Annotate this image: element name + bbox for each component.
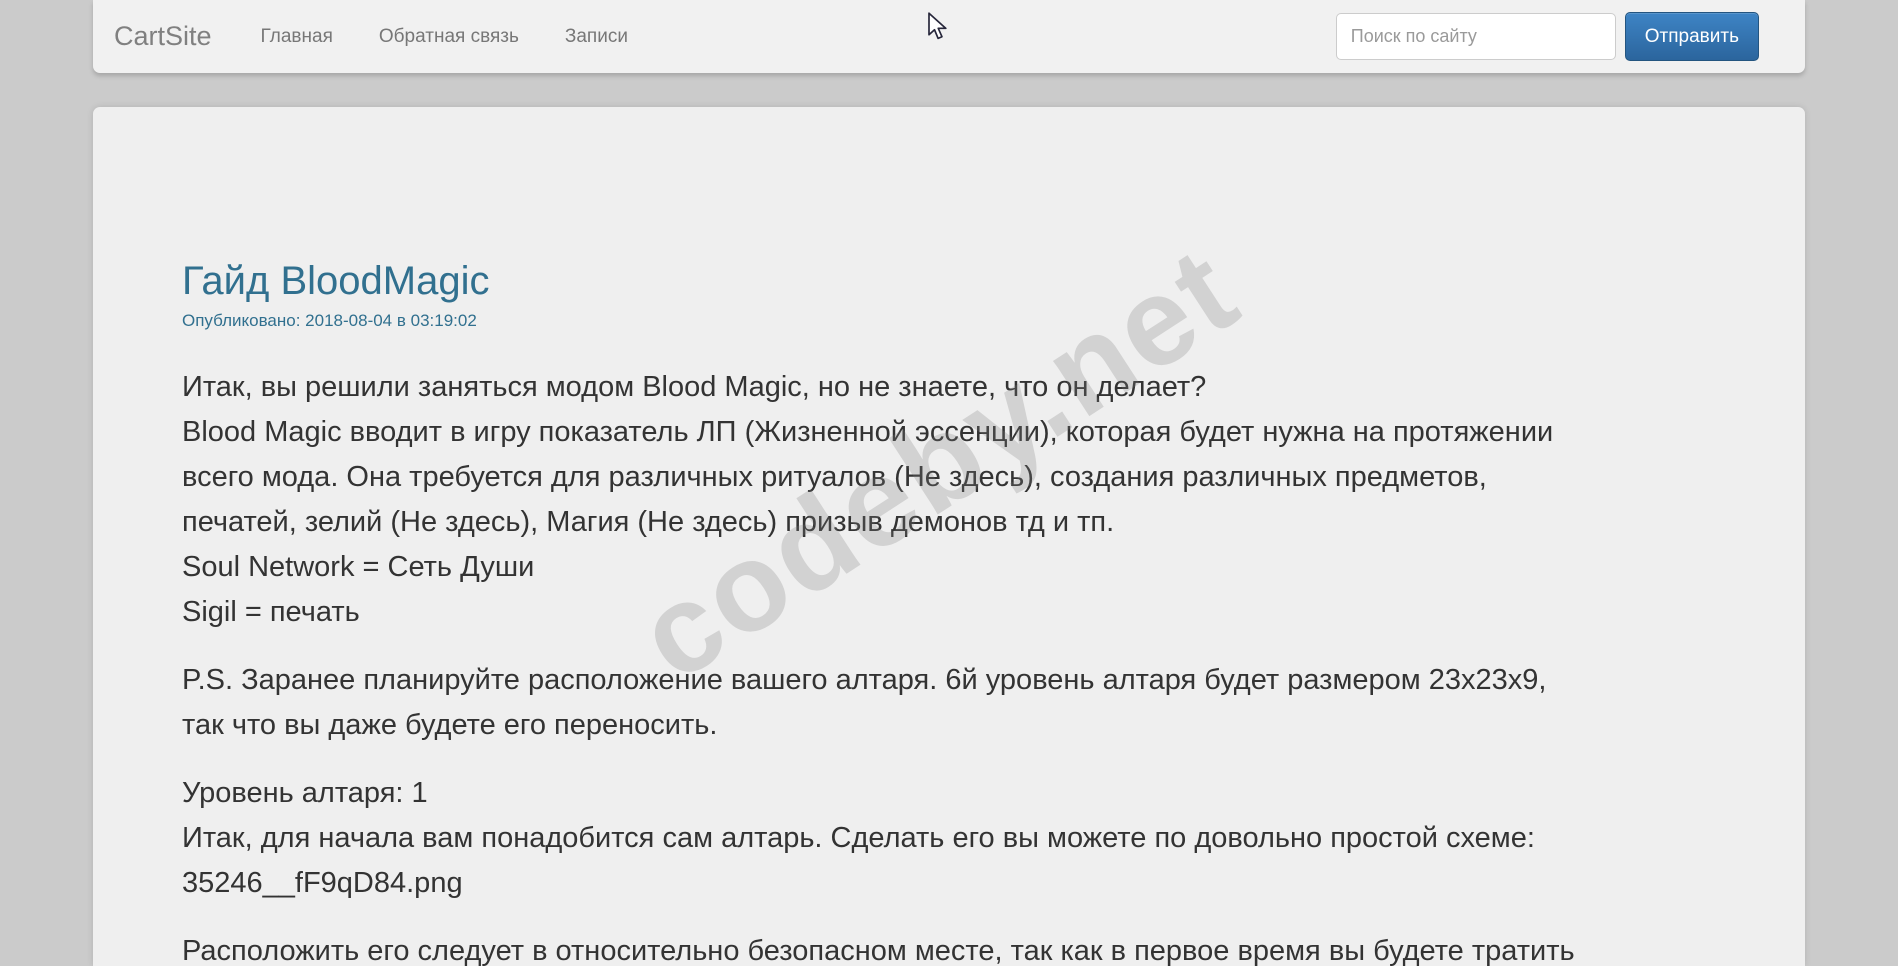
search-form: Отправить [1336, 12, 1759, 61]
brand-link[interactable]: CartSite [114, 21, 212, 52]
post-paragraph-1: Итак, вы решили заняться модом Blood Mag… [182, 365, 1745, 635]
content-card: codeby.net Гайд BloodMagic Опубликовано:… [93, 107, 1805, 966]
nav-links: Главная Обратная связь Записи [215, 26, 628, 48]
post-article: Гайд BloodMagic Опубликовано: 2018-08-04… [93, 107, 1805, 966]
post-paragraph-3: Уровень алтаря: 1 Итак, для начала вам п… [182, 771, 1745, 906]
post-paragraph-4: Расположить его следует в относительно б… [182, 929, 1745, 966]
post-title-link[interactable]: Гайд BloodMagic [182, 257, 1745, 305]
page: { "navbar": { "brand": "CartSite", "link… [0, 0, 1898, 966]
nav-link-posts[interactable]: Записи [565, 26, 628, 48]
search-submit-button[interactable]: Отправить [1625, 12, 1759, 61]
navbar: CartSite Главная Обратная связь Записи О… [93, 0, 1805, 73]
search-input[interactable] [1336, 13, 1616, 60]
nav-link-home[interactable]: Главная [261, 26, 333, 48]
post-published-date: Опубликовано: 2018-08-04 в 03:19:02 [182, 311, 1745, 331]
nav-link-feedback[interactable]: Обратная связь [379, 26, 519, 48]
post-paragraph-2: P.S. Заранее планируйте расположение ваш… [182, 658, 1745, 748]
